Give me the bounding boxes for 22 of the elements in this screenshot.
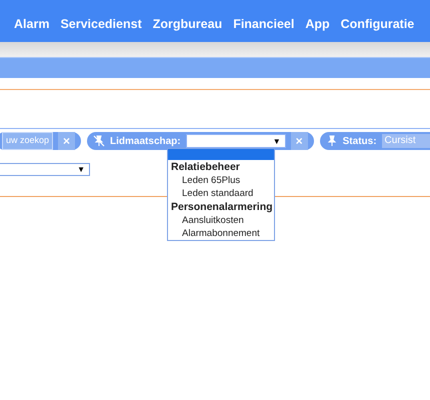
remove-button[interactable]: × — [290, 132, 308, 150]
pin-icon[interactable] — [326, 135, 338, 147]
select-field[interactable]: ▼ — [0, 163, 90, 176]
nav-link[interactable]: Alarm — [14, 17, 50, 31]
dropdown-option[interactable]: Alarmabonnement — [168, 227, 274, 240]
nav-link[interactable]: Servicedienst — [60, 17, 142, 31]
dropdown-option[interactable]: Leden 65Plus — [168, 174, 274, 187]
remove-button[interactable]: × — [58, 132, 76, 150]
filter-label: Status: — [342, 136, 377, 146]
dropdown-option[interactable]: Leden standaard — [168, 187, 274, 200]
nav-link[interactable]: Zorgbureau — [152, 17, 222, 31]
nav-link[interactable]: Financieel — [233, 17, 294, 31]
option-group-label: Personenalarmering — [170, 200, 274, 214]
nav-link[interactable]: Configuratie — [340, 17, 414, 31]
unpin-icon[interactable] — [93, 135, 106, 147]
filter-label: Lidmaatschap: — [110, 136, 181, 146]
search-button[interactable]: uw zoekop — [2, 132, 54, 150]
dropdown-option[interactable]: Aansluitkosten — [168, 214, 274, 227]
select-field[interactable]: ▼ — [186, 134, 286, 148]
text-field[interactable]: Cursist — [382, 134, 430, 148]
nav-link[interactable]: App — [305, 17, 330, 31]
option-group-label: Relatiebeheer — [170, 160, 241, 174]
